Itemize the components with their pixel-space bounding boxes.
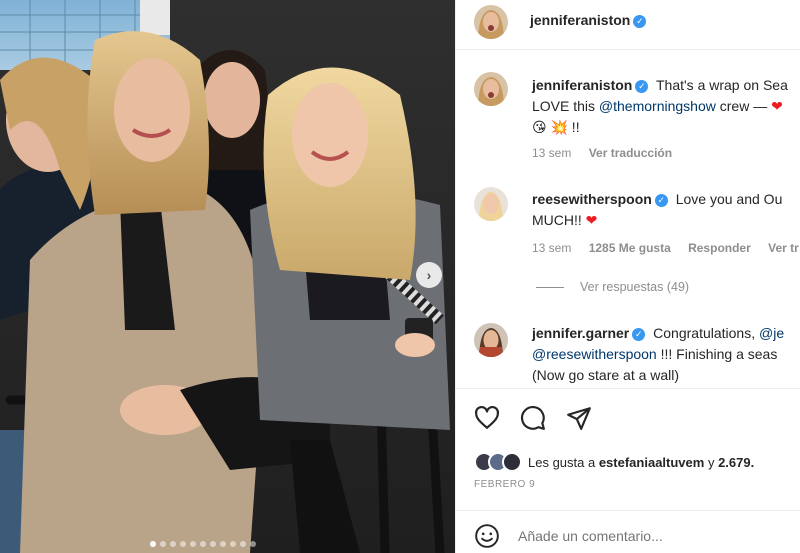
carousel-dot	[190, 541, 196, 547]
comment-likes[interactable]: 1285 Me gusta	[589, 241, 671, 255]
caption-meta: 13 sem Ver traducción	[532, 146, 686, 160]
reply-button[interactable]: Responder	[688, 241, 751, 255]
carousel-dot	[160, 541, 166, 547]
emoji-icon[interactable]	[474, 523, 500, 549]
carousel-next-button[interactable]: ›	[416, 262, 442, 288]
comment-time[interactable]: 13 sem	[532, 241, 571, 255]
translate-link[interactable]: Ver traducción	[589, 146, 672, 160]
carousel-dots	[150, 541, 256, 547]
caption-line-2: LOVE this @themorningshow crew — ❤	[532, 98, 783, 114]
heart-icon[interactable]	[474, 405, 500, 431]
post-sidebar: jenniferaniston ✓ jenniferaniston ✓ That's…	[455, 0, 800, 553]
commenter-avatar[interactable]	[474, 323, 508, 357]
carousel-dot	[250, 541, 256, 547]
carousel-dot	[200, 541, 206, 547]
likes-summary[interactable]: Les gusta a estefaniaaltuvem y 2.679.	[474, 452, 754, 472]
liker-avatar	[502, 452, 522, 472]
comment-username[interactable]: reesewitherspoon ✓	[532, 191, 668, 207]
group-photo-image	[0, 0, 455, 553]
carousel-dot	[170, 541, 176, 547]
comment-text: Love you and Ou	[675, 191, 783, 207]
send-icon[interactable]	[566, 405, 592, 431]
add-comment-bar	[456, 510, 800, 553]
post-header: jenniferaniston ✓	[456, 0, 800, 50]
comment-line-2: @reesewitherspoon !!! Finishing a seas	[532, 346, 778, 362]
caption-text: That's a wrap on Sea	[656, 77, 788, 93]
carousel-dot	[240, 541, 246, 547]
carousel-dot	[230, 541, 236, 547]
mention-link[interactable]: @je	[759, 325, 784, 341]
heart-emoji: ❤	[771, 98, 783, 114]
comment-line-3: (Now go stare at a wall)	[532, 367, 680, 383]
mention-link[interactable]: @reesewitherspoon	[532, 346, 657, 362]
author-username[interactable]: jenniferaniston ✓	[530, 12, 647, 28]
translate-link[interactable]: Ver tr	[768, 241, 799, 255]
heart-emoji: ❤	[585, 212, 598, 228]
replies-divider	[536, 286, 564, 288]
carousel-dot	[220, 541, 226, 547]
verified-badge-icon: ✓	[654, 194, 668, 207]
view-replies-button[interactable]: Ver respuestas (49)	[536, 280, 689, 294]
comment-meta: 13 sem 1285 Me gusta Responder Ver tr	[532, 241, 800, 255]
carousel-dot	[210, 541, 216, 547]
author-username-text[interactable]: jenniferaniston	[530, 12, 630, 28]
caption-time[interactable]: 13 sem	[532, 146, 571, 160]
caption-line-1: jenniferaniston ✓ That's a wrap on Sea	[532, 75, 788, 96]
comment-username[interactable]: jennifer.garner ✓	[532, 325, 646, 341]
view-replies-label[interactable]: Ver respuestas (49)	[580, 280, 689, 294]
comment-line-1: jennifer.garner ✓ Congratulations, @je	[532, 325, 785, 341]
caption-username[interactable]: jenniferaniston ✓	[532, 77, 649, 93]
author-avatar[interactable]	[474, 5, 508, 39]
post-date[interactable]: FEBRERO 9	[474, 479, 535, 490]
mention-link[interactable]: @themorningshow	[599, 98, 716, 114]
comment-icon[interactable]	[520, 405, 546, 431]
carousel-dot	[150, 541, 156, 547]
commenter-avatar[interactable]	[474, 187, 508, 221]
verified-badge-icon: ✓	[635, 80, 649, 93]
comment-line-2: MUCH!! ❤	[532, 212, 598, 228]
caption-line-3: 😘 💥 !!	[532, 119, 580, 135]
carousel-dot	[180, 541, 186, 547]
chevron-right-icon: ›	[426, 267, 432, 283]
action-bar	[456, 388, 800, 448]
caption-avatar[interactable]	[474, 72, 508, 106]
verified-badge-icon: ✓	[632, 328, 646, 341]
comment-line-1: reesewitherspoon ✓ Love you and Ou	[532, 189, 782, 210]
verified-badge-icon: ✓	[633, 15, 647, 28]
likes-text[interactable]: Les gusta a estefaniaaltuvem y 2.679.	[528, 455, 754, 470]
post-photo[interactable]: ›	[0, 0, 455, 553]
add-comment-input[interactable]	[518, 528, 778, 544]
